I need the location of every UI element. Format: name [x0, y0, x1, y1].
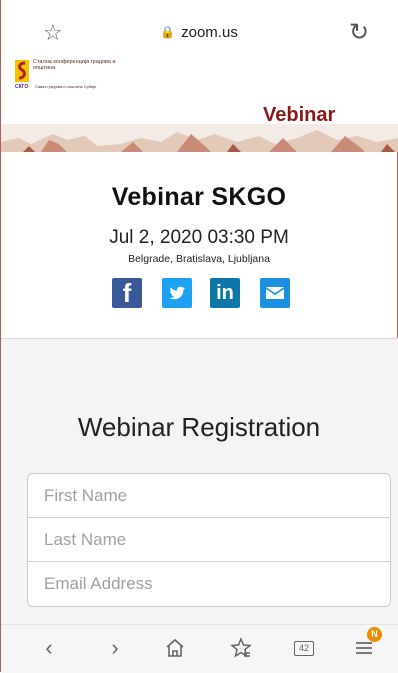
facebook-share-icon[interactable]: f [112, 278, 142, 308]
email-field[interactable] [28, 562, 390, 606]
home-icon[interactable] [162, 636, 188, 660]
browser-bottom-bar [1, 624, 398, 673]
registration-form [27, 473, 391, 607]
envelope-icon [265, 287, 285, 299]
bookmarks-icon[interactable] [228, 636, 254, 660]
lock-icon: 🔒 [160, 25, 176, 39]
email-share-icon[interactable] [260, 278, 290, 308]
organization-name: Стална конференција градова и општина [33, 59, 116, 71]
facebook-glyph: f [122, 278, 132, 308]
address-bar[interactable]: 🔒 zoom.us [1, 24, 397, 41]
event-date: Jul 2, 2020 03:30 PM [109, 227, 289, 248]
organization-subtitle: Савез градова и општина Србије [35, 84, 97, 89]
organization-acronym: СКГО [15, 84, 29, 90]
event-title: Vebinar SKGO [111, 183, 287, 211]
tab-count: 42 [294, 641, 314, 656]
banner-decoration [1, 124, 398, 152]
event-timezone: Belgrade, Bratislava, Ljubljana [128, 253, 270, 265]
linkedin-glyph: in [216, 282, 234, 304]
forward-icon[interactable]: › [105, 636, 125, 660]
reload-icon[interactable]: ↻ [349, 20, 375, 46]
twitter-bird-icon [169, 286, 185, 300]
linkedin-share-icon[interactable]: in [210, 278, 240, 308]
twitter-share-icon[interactable] [162, 278, 192, 308]
menu-notification-badge: N [367, 627, 382, 642]
registration-title: Webinar Registration [77, 412, 321, 442]
organization-logo-icon [15, 60, 29, 82]
first-name-field[interactable] [28, 474, 390, 518]
last-name-field[interactable] [28, 518, 390, 562]
url-text: zoom.us [181, 24, 238, 41]
tabs-icon[interactable]: 42 [290, 636, 316, 660]
back-icon[interactable]: ‹ [39, 636, 59, 660]
